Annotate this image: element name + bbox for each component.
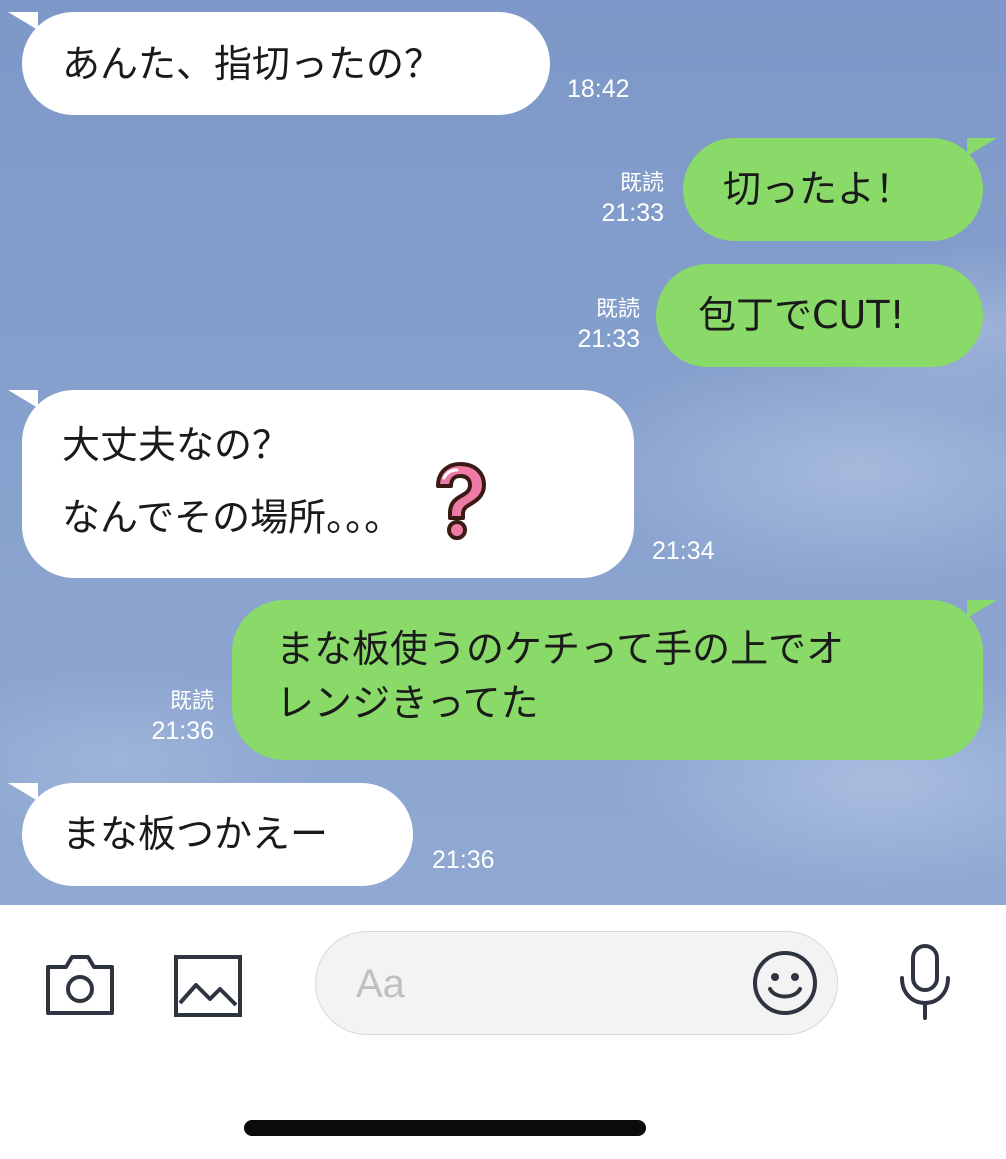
message-bubble-incoming[interactable]: まな板つかえー — [8, 783, 413, 886]
message-text-line: まな板使うのケチって手の上でオ — [276, 627, 845, 671]
image-icon[interactable] — [174, 955, 242, 1021]
bubble-tail — [8, 390, 38, 408]
question-mark-emoji — [428, 460, 490, 562]
message-time: 18:42 — [567, 75, 630, 103]
message-bubble-incoming[interactable]: あんた、指切ったの？ — [8, 12, 550, 115]
message-text: あんた、指切ったの？ — [62, 42, 443, 86]
message-text: まな板つかえー — [62, 812, 329, 856]
message-text: 切ったよ！ — [723, 167, 914, 211]
message-text-line: なんでその場所。。。 — [62, 462, 634, 562]
message-meta: 既読 21:33 — [601, 168, 664, 228]
camera-icon[interactable] — [44, 953, 116, 1021]
message-meta: 既読 21:33 — [577, 294, 640, 354]
read-receipt: 既読 — [169, 688, 214, 713]
read-receipt: 既読 — [619, 170, 664, 195]
message-input-placeholder: Aa — [356, 962, 405, 1006]
message-text-line: レンジきってた — [276, 681, 539, 725]
message-time: 21:36 — [151, 717, 214, 745]
message-bubble-outgoing[interactable]: 切ったよ！ — [683, 138, 997, 241]
message-text-line: 大丈夫なの？ — [62, 423, 291, 467]
message-time: 21:36 — [432, 846, 495, 874]
read-receipt: 既読 — [595, 296, 640, 321]
chat-area[interactable]: あんた、指切ったの？ 18:42 既読 21:33 切ったよ！ 既読 21:33… — [0, 0, 1006, 905]
message-text: 包丁でCUT! — [698, 293, 905, 337]
bubble-tail — [8, 783, 38, 801]
message-time: 21:34 — [652, 537, 715, 565]
message-meta: 既読 21:36 — [151, 686, 214, 746]
message-input-bar: Aa — [0, 905, 1006, 1065]
bubble-tail — [967, 600, 997, 618]
bubble-tail — [8, 12, 38, 30]
message-input[interactable]: Aa — [315, 931, 838, 1035]
chat-screen: あんた、指切ったの？ 18:42 既読 21:33 切ったよ！ 既読 21:33… — [0, 0, 1006, 1159]
message-bubble-outgoing[interactable]: 包丁でCUT! — [656, 264, 983, 367]
message-time: 21:33 — [601, 199, 664, 227]
home-indicator[interactable] — [244, 1120, 646, 1136]
smiley-icon[interactable] — [752, 950, 818, 1020]
message-bubble-outgoing[interactable]: まな板使うのケチって手の上でオ レンジきってた — [232, 600, 997, 760]
message-time: 21:33 — [577, 325, 640, 353]
bubble-tail — [967, 138, 997, 156]
microphone-icon[interactable] — [896, 943, 954, 1025]
message-bubble-incoming[interactable]: 大丈夫なの？ なんでその場所。。。 — [8, 390, 634, 578]
message-text: なんでその場所。。。 — [62, 495, 403, 540]
